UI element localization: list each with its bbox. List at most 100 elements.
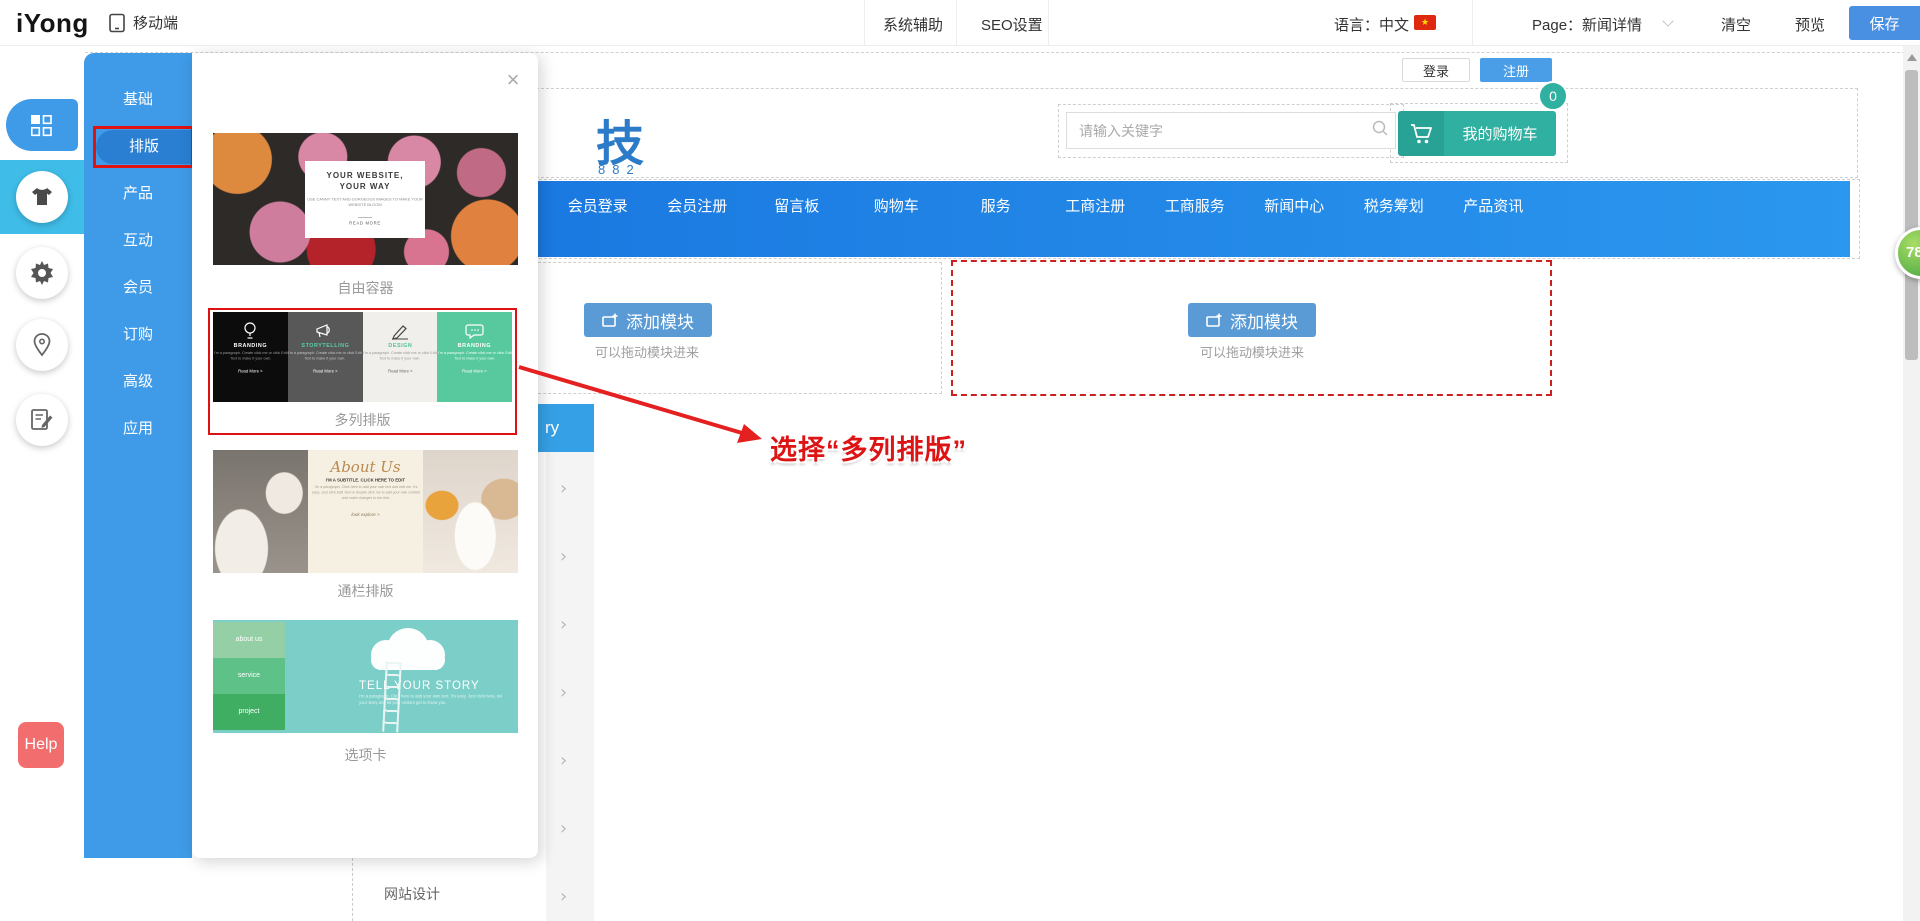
mobile-view-toggle[interactable]: 移动端	[108, 12, 178, 33]
category-tab-product[interactable]: 产品	[84, 184, 192, 204]
drag-hint: 可以拖动模块进来	[547, 342, 747, 361]
language-selector[interactable]: 语言：中文	[1334, 14, 1409, 35]
annotation-box-layout-tab	[93, 126, 194, 168]
editor-sidebar: Help	[0, 46, 84, 921]
cart-count-badge: 0	[1538, 81, 1568, 111]
add-module-label: 添加模块	[1230, 308, 1298, 333]
chevron-right-icon[interactable]: ›	[560, 886, 580, 907]
cart-label: 我的购物车	[1444, 111, 1556, 156]
template-banner-layout[interactable]: About Us I'M A SUBTITLE. CLICK HERE TO E…	[213, 450, 518, 573]
chevron-right-icon[interactable]: ›	[560, 750, 580, 771]
category-item-website-design[interactable]: 网站设计	[384, 884, 440, 904]
nav-item[interactable]: 留言板	[747, 194, 847, 220]
shop-icon	[29, 185, 55, 209]
template-label-banner[interactable]: 通栏排版	[213, 581, 518, 601]
site-navbar: 会员登录 会员注册 留言板 购物车 服务 工商注册 工商服务 新闻中心 税务筹划…	[484, 181, 1850, 257]
news-category-list: › › › › › › ›	[546, 452, 594, 921]
template-label-multi-column[interactable]: 多列排版	[210, 410, 515, 430]
help-button[interactable]: Help	[18, 722, 64, 768]
nav-item[interactable]: 购物车	[847, 194, 947, 220]
food-photo-right	[423, 450, 518, 573]
template-free-container[interactable]: YOUR WEBSITE,YOUR WAY USE CANNY TEXT AND…	[213, 133, 518, 265]
page-selector[interactable]: Page：新闻详情	[1532, 14, 1642, 35]
nav-item[interactable]: 税务筹划	[1344, 194, 1444, 220]
template-label-tabs[interactable]: 选项卡	[213, 745, 518, 765]
annotation-text: 选择“多列排版”	[770, 428, 967, 467]
cart-button[interactable]: 我的购物车	[1398, 111, 1556, 156]
register-button[interactable]: 注册	[1480, 58, 1552, 82]
location-pin-icon	[30, 332, 54, 358]
chevron-right-icon[interactable]: ›	[560, 818, 580, 839]
chevron-right-icon[interactable]: ›	[560, 478, 580, 499]
add-module-button-right[interactable]: 添加模块	[1188, 303, 1316, 337]
drag-hint: 可以拖动模块进来	[1152, 342, 1352, 361]
sidebar-item-location[interactable]	[16, 319, 68, 371]
sidebar-item-modules[interactable]	[6, 99, 78, 151]
nav-item[interactable]: 工商注册	[1046, 194, 1146, 220]
preview-tab: project	[213, 694, 285, 730]
preview-tab: about us	[213, 622, 285, 658]
modules-grid-icon	[29, 113, 55, 137]
food-photo-left	[213, 450, 308, 573]
sidebar-item-settings[interactable]	[16, 247, 68, 299]
template-multi-column[interactable]: BRANDING I'm a paragraph. Create click m…	[208, 308, 517, 435]
chevron-right-icon[interactable]: ›	[560, 614, 580, 635]
template-label-free-container[interactable]: 自由容器	[213, 278, 518, 298]
speech-bubble-icon	[437, 319, 512, 343]
template-tabs[interactable]: about us service project TELL YOUR STORY…	[213, 620, 518, 733]
preview-button[interactable]: 预览	[1795, 14, 1825, 35]
nav-item[interactable]: 会员注册	[648, 194, 748, 220]
nav-item[interactable]: 会员登录	[548, 194, 648, 220]
category-tab-app[interactable]: 应用	[84, 419, 192, 439]
mobile-device-icon	[108, 13, 126, 33]
cloud-graphic	[363, 626, 449, 666]
add-module-button-left[interactable]: 添加模块	[584, 303, 712, 337]
left-module-area-outline	[488, 262, 942, 394]
scroll-up-arrow-icon[interactable]	[1907, 54, 1917, 61]
lightbulb-icon	[213, 319, 288, 343]
nav-item[interactable]: 产品资讯	[1444, 194, 1544, 220]
add-module-label: 添加模块	[626, 308, 694, 333]
content-edit-icon	[29, 407, 55, 433]
login-button[interactable]: 登录	[1402, 58, 1470, 82]
system-help-button[interactable]: 系统辅助	[883, 14, 943, 35]
save-button[interactable]: 保存	[1849, 6, 1920, 40]
chevron-right-icon[interactable]: ›	[560, 682, 580, 703]
sidebar-item-content[interactable]	[16, 394, 68, 446]
pencil-icon	[363, 319, 438, 343]
template-picker-panel: × YOUR WEBSITE,YOUR WAY USE CANNY TEXT A…	[192, 53, 538, 858]
seo-settings-button[interactable]: SEO设置	[981, 14, 1043, 35]
gear-icon	[29, 260, 55, 286]
cart-icon	[1398, 111, 1444, 156]
chevron-down-icon[interactable]	[1662, 15, 1673, 26]
scrollbar-thumb[interactable]	[1905, 70, 1918, 360]
page-scrollbar[interactable]	[1903, 46, 1920, 921]
site-logo-digits: 882	[598, 162, 641, 177]
nav-item[interactable]: 工商服务	[1145, 194, 1245, 220]
mobile-view-label: 移动端	[133, 12, 178, 33]
module-category-panel: 基础 排版 产品 互动 会员 订购 高级 应用	[84, 53, 192, 858]
editor-screen: 登录 注册 技 882 我的购物车 0 会员登录 会员注册 留言板 购物车 服务…	[0, 0, 1920, 921]
score-badge[interactable]: 78	[1895, 227, 1920, 279]
site-search[interactable]	[1066, 112, 1396, 149]
category-tab-advanced[interactable]: 高级	[84, 372, 192, 392]
search-input[interactable]	[1067, 123, 1365, 139]
category-tab-basic[interactable]: 基础	[84, 90, 192, 110]
template-preview-card: YOUR WEBSITE,YOUR WAY USE CANNY TEXT AND…	[305, 161, 425, 238]
search-icon[interactable]	[1365, 119, 1395, 142]
top-toolbar: iYong 移动端 系统辅助 SEO设置 语言：中文 ★ Page：新闻详情 清…	[0, 0, 1920, 46]
china-flag-icon: ★	[1414, 15, 1436, 30]
preview-tab: service	[213, 658, 285, 694]
app-logo: iYong	[16, 8, 89, 39]
sidebar-item-shop[interactable]	[16, 171, 68, 223]
nav-item[interactable]: 新闻中心	[1245, 194, 1345, 220]
category-tab-interact[interactable]: 互动	[84, 231, 192, 251]
close-icon[interactable]: ×	[500, 67, 526, 93]
section-divider	[352, 858, 353, 921]
category-tab-member[interactable]: 会员	[84, 278, 192, 298]
megaphone-icon	[288, 319, 363, 343]
nav-item[interactable]: 服务	[946, 194, 1046, 220]
chevron-right-icon[interactable]: ›	[560, 546, 580, 567]
clear-button[interactable]: 清空	[1721, 14, 1751, 35]
category-tab-order[interactable]: 订购	[84, 325, 192, 345]
